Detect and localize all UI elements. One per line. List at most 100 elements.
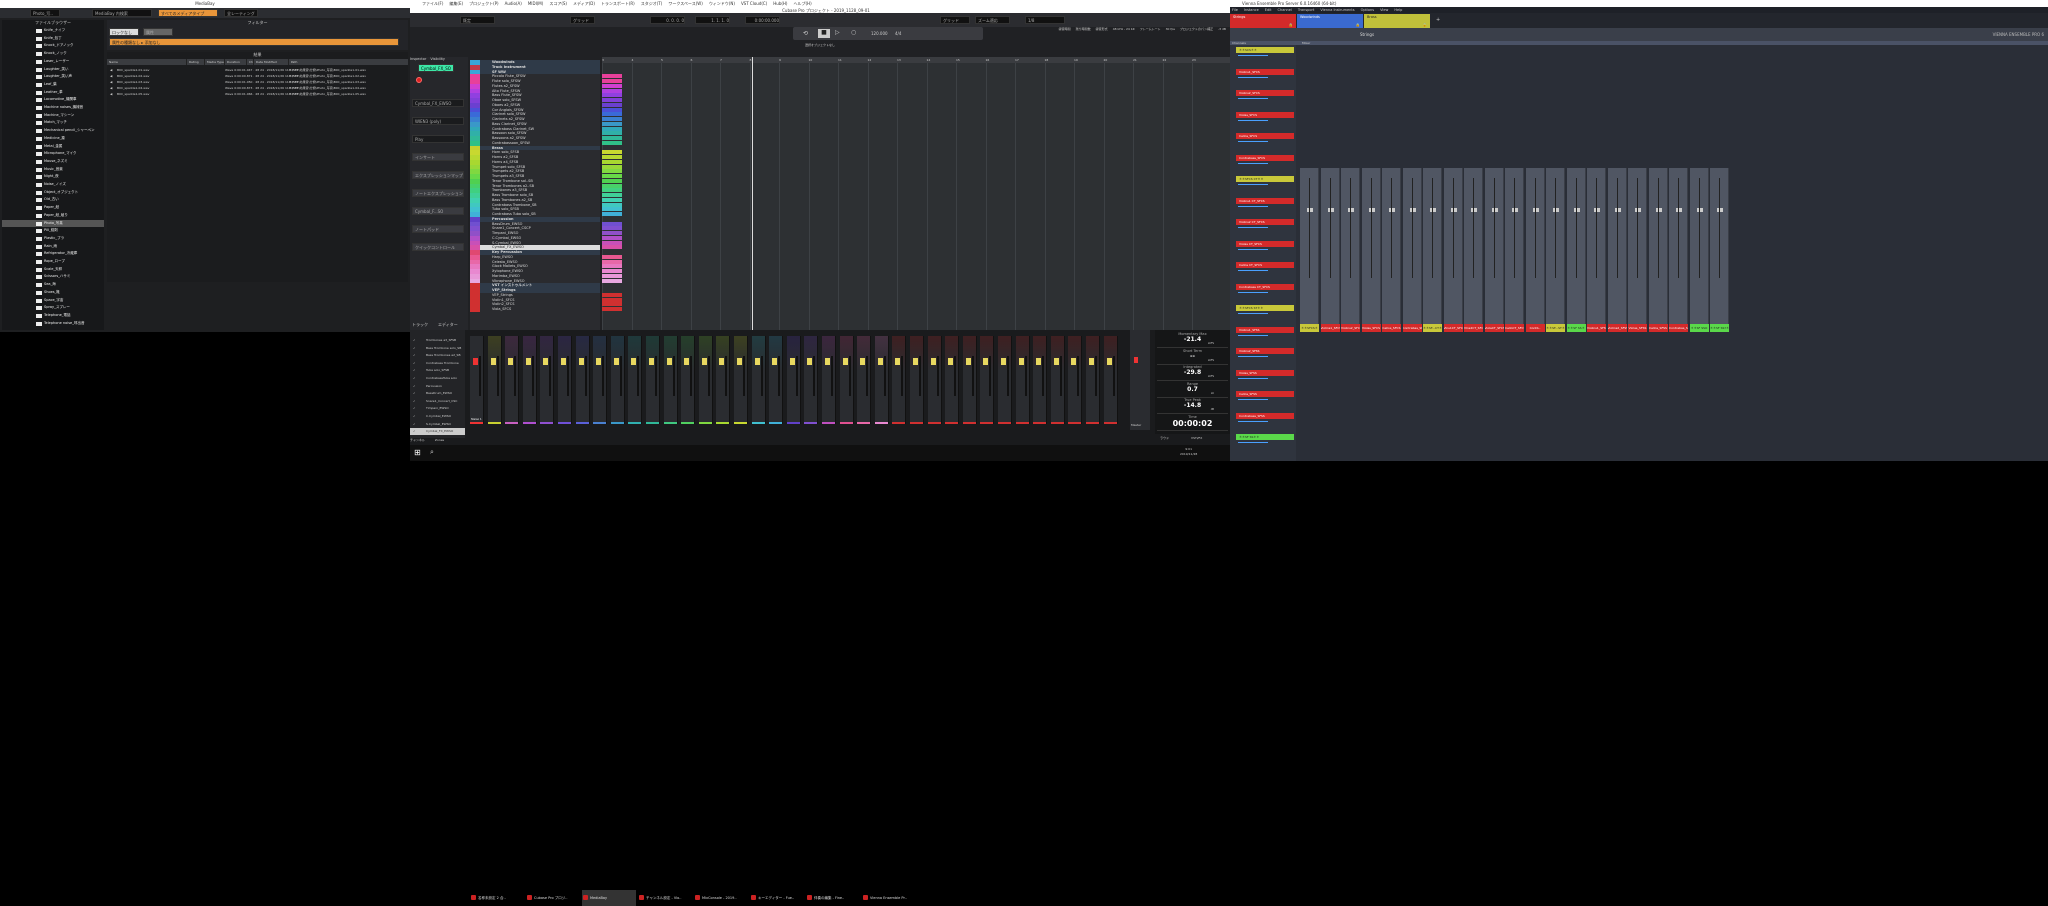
midi-part[interactable] — [602, 188, 622, 193]
menu-item[interactable]: メディア(D) — [573, 0, 595, 7]
channel-list-item[interactable]: Cellos_SFCS — [1236, 133, 1294, 139]
folder-item[interactable]: Microphone_マイク — [2, 150, 104, 157]
midi-part[interactable] — [602, 121, 622, 126]
filter-bar[interactable]: 属性の種類なし ▸ 添加なし — [109, 38, 399, 46]
mixer-channel-label[interactable]: Contrabas_SFCS — [1402, 324, 1422, 332]
folder-item[interactable]: Night_夜 — [2, 173, 104, 180]
search-icon[interactable]: ⌕ — [430, 448, 434, 457]
channel-fader[interactable] — [877, 358, 883, 365]
midi-part[interactable] — [602, 174, 622, 178]
mixer-channel-label[interactable]: Violas_SFCS — [1361, 324, 1381, 332]
channel-list-item[interactable]: ＊＊SF SS＊＊ — [1236, 434, 1294, 440]
column-header[interactable]: Path — [289, 59, 408, 65]
midi-part[interactable] — [602, 221, 622, 226]
channel-list-item[interactable]: Violas_SFCS — [1236, 111, 1294, 118]
channel-list-item[interactable]: Violins1_SFCS — [1236, 68, 1294, 75]
menu-item[interactable]: 編集(E) — [449, 0, 463, 7]
channel-fader[interactable] — [842, 358, 848, 365]
channel-fader[interactable] — [895, 358, 901, 365]
channel-fader[interactable] — [737, 358, 742, 365]
channel-fader[interactable] — [807, 358, 813, 365]
channel-fader[interactable] — [649, 358, 654, 365]
midi-part[interactable] — [602, 112, 622, 117]
folder-item[interactable]: Refrigerator_冷蔵庫 — [2, 250, 104, 257]
channel-fader[interactable] — [613, 358, 619, 365]
folder-item[interactable]: Knife_ナイフ — [2, 27, 104, 34]
taskbar-item[interactable]: MediaBay — [582, 890, 636, 906]
channel-volume-slider[interactable] — [1238, 162, 1268, 164]
menu-item[interactable]: ファイル(F) — [422, 0, 443, 7]
channel-list-item[interactable]: Violas CT_SFCS — [1236, 240, 1294, 247]
menu-item[interactable]: プロジェクト(P) — [469, 0, 499, 7]
folder-item[interactable]: Photo_写真 — [2, 219, 104, 227]
fader-handle[interactable] — [1348, 208, 1354, 212]
midi-part[interactable] — [602, 273, 622, 278]
channel-fader[interactable] — [930, 358, 936, 365]
channel-fader[interactable] — [578, 358, 584, 365]
channel-fader[interactable] — [1071, 358, 1077, 365]
channel-volume-slider[interactable] — [1238, 184, 1268, 185]
mixer-channel-label[interactable]: ＊＊SF SS?＊＊ — [1710, 324, 1729, 332]
inspector-section[interactable]: WIEN3 (poly) — [412, 117, 464, 125]
visibility-item[interactable]: ✓ S.Cymbal_EWSO — [410, 421, 465, 428]
channel-list-item[interactable]: Violins2_SFSS — [1236, 348, 1294, 354]
folder-item[interactable]: Paper_紙_破り — [2, 212, 104, 219]
mixer-channel-label[interactable]: Contb.. — [1525, 324, 1545, 332]
mixer-channel-label[interactable]: Violins2_SFSS — [1607, 324, 1627, 332]
inspector-section[interactable]: Cymbal_FX_EWSO — [412, 99, 464, 107]
midi-part[interactable] — [602, 235, 622, 240]
instance-tab[interactable]: Strings 🔒 — [1230, 14, 1296, 28]
channel-fader[interactable] — [490, 358, 496, 365]
channel-fader[interactable] — [1089, 358, 1094, 365]
folder-item[interactable]: Sea_海 — [2, 281, 104, 288]
mixer-channel-label[interactable]: CelloCT_SFCS — [1505, 324, 1524, 332]
windows-start-icon[interactable]: ⊞ — [414, 448, 421, 457]
record-enable-button[interactable] — [416, 77, 422, 83]
mixer-channel-label[interactable]: Vlns2CT_SFCS — [1464, 324, 1483, 332]
taskbar-item[interactable]: 名称未設定 2 合.. — [470, 890, 524, 906]
menu-item[interactable]: Hub(H) — [773, 0, 787, 7]
midi-part[interactable] — [602, 202, 622, 207]
inspector-section[interactable]: Cymbal_F...SO — [412, 207, 464, 215]
visibility-item[interactable]: ✓ Contrabass Trombone — [410, 360, 465, 367]
mixer-channel-label[interactable]: ＊＊SF SS＊＊ — [1566, 324, 1586, 332]
channel-list-item[interactable]: Violins1 CT_SFCS — [1236, 197, 1294, 204]
mixer-channel-label[interactable]: Violins2_SFCS — [1341, 324, 1360, 332]
fader-handle[interactable] — [1471, 208, 1477, 212]
midi-part[interactable] — [602, 164, 622, 169]
folder-item[interactable]: Laser_レーザー — [2, 58, 104, 65]
channel-volume-slider[interactable] — [1238, 356, 1268, 357]
midi-part[interactable] — [602, 159, 622, 164]
fader-handle[interactable] — [1389, 208, 1395, 212]
midi-part[interactable] — [602, 88, 622, 93]
folder-item[interactable]: Old_古い — [2, 196, 104, 203]
fader-handle[interactable] — [1553, 208, 1559, 212]
column-header[interactable]: Ch — [247, 59, 254, 65]
result-row[interactable]: ◀ B0C_sparkle1-05.wav Wave 0:00:01.066 · 4… — [107, 91, 408, 97]
zoom-select[interactable]: ズーム適応 — [975, 16, 1010, 24]
channel-list-item[interactable]: Contrabass_SFCS — [1236, 154, 1294, 161]
folder-item[interactable]: Knife_包丁 — [2, 35, 104, 42]
tab-inspector[interactable]: Inspector — [410, 57, 426, 63]
midi-part[interactable] — [602, 212, 622, 216]
visibility-item[interactable]: ✓ ContrabassTuba solo — [410, 375, 465, 382]
visibility-item[interactable]: ✓ Tuba solo_SFSB — [410, 367, 465, 374]
taskbar-item[interactable]: Vienna Ensemble Pr.. — [862, 890, 916, 906]
taskbar-item[interactable]: キーエディター - Fue.. — [750, 890, 804, 906]
midi-part[interactable] — [602, 207, 622, 212]
channel-list-item[interactable]: Cellos CT_SFCS — [1236, 262, 1294, 268]
menu-item[interactable]: ワークスペース(W) — [668, 0, 702, 7]
midi-part[interactable] — [602, 254, 622, 259]
channel-fader[interactable] — [1001, 358, 1006, 365]
filter-attribute-button[interactable]: 属性 — [143, 28, 173, 36]
midi-part[interactable] — [602, 297, 622, 302]
folder-item[interactable]: Knock_ノック — [2, 50, 104, 57]
channel-fader[interactable] — [983, 358, 989, 365]
folder-item[interactable]: Shoes_靴 — [2, 289, 104, 296]
path-selector[interactable]: Photo_写.. — [30, 9, 60, 17]
channel-volume-slider[interactable] — [1238, 291, 1268, 293]
folder-item[interactable]: Metal_金属 — [2, 143, 104, 150]
channel-fader[interactable] — [1106, 358, 1112, 365]
mixer-channel-label[interactable]: ＊＊SF...CT＊＊ — [1423, 324, 1442, 332]
midi-part[interactable] — [602, 307, 622, 311]
